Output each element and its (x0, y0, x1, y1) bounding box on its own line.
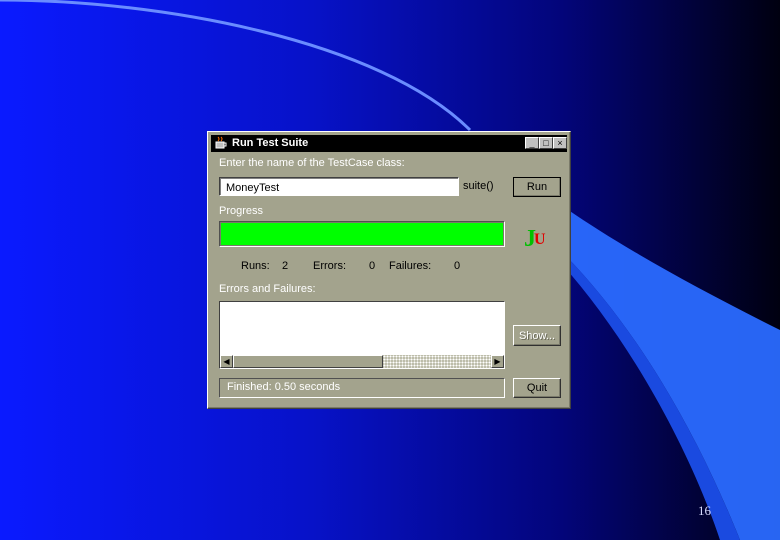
show-button[interactable]: Show... (513, 325, 561, 346)
progress-bar (219, 221, 505, 247)
progress-bar-fill (221, 223, 503, 245)
titlebar[interactable]: Run Test Suite _ □ × (211, 135, 567, 152)
java-cup-icon (215, 136, 227, 149)
junit-logo: JU (524, 226, 546, 253)
test-class-prompt: Enter the name of the TestCase class: (219, 157, 405, 169)
suite-method-label: suite() (463, 180, 494, 192)
maximize-button[interactable]: □ (539, 137, 553, 149)
scroll-track[interactable] (383, 355, 491, 368)
status-bar: Finished: 0.50 seconds (219, 378, 505, 398)
junit-logo-u: U (534, 231, 546, 248)
failures-value: 0 (454, 260, 461, 272)
errors-value: 0 (369, 260, 376, 272)
runs-value: 2 (282, 260, 289, 272)
horizontal-scrollbar[interactable]: ◀ ▶ (220, 355, 504, 368)
window-title: Run Test Suite (232, 137, 309, 149)
runs-label: Runs: (241, 260, 270, 272)
quit-button[interactable]: Quit (513, 378, 561, 398)
minimize-button[interactable]: _ (525, 137, 539, 149)
errors-failures-label: Errors and Failures: (219, 283, 316, 295)
scroll-right-icon[interactable]: ▶ (491, 355, 504, 368)
test-class-field[interactable] (219, 177, 459, 197)
close-button[interactable]: × (553, 137, 567, 149)
scroll-left-icon[interactable]: ◀ (220, 355, 233, 368)
run-button[interactable]: Run (513, 177, 561, 197)
scroll-thumb[interactable] (233, 355, 383, 368)
failures-label: Failures: (389, 260, 432, 272)
slide-page-number: 16 (698, 503, 711, 518)
errors-label: Errors: (313, 260, 346, 272)
errors-failures-list[interactable]: ◀ ▶ (219, 301, 505, 369)
progress-label: Progress (219, 205, 264, 217)
test-class-input[interactable] (220, 179, 458, 197)
